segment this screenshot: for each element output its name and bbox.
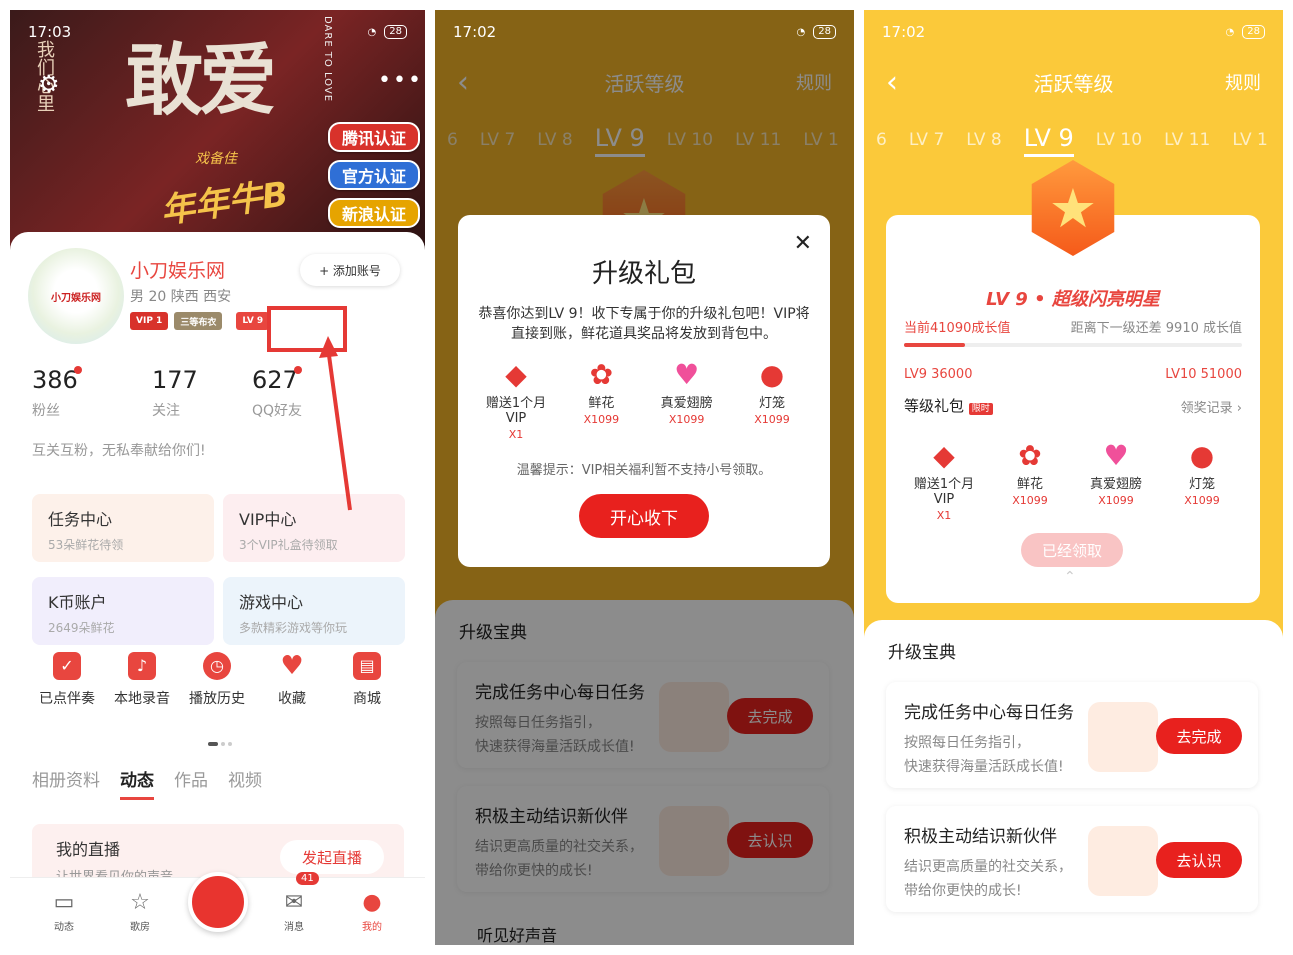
winged-heart-icon: ♥: [1103, 439, 1129, 472]
level-tab[interactable]: 6: [876, 130, 887, 150]
progress-bar: [904, 343, 1242, 347]
guide-title: 升级宝典: [888, 643, 956, 663]
gift-pack-title: 等级礼包: [904, 397, 965, 415]
gift-qty: X1: [508, 428, 524, 441]
gift-name: 灯笼: [758, 396, 785, 411]
close-icon[interactable]: ✕: [794, 231, 812, 256]
flower-icon: ✿: [589, 358, 614, 391]
limited-tag: 限时: [968, 403, 993, 415]
gift-item: ✿ 鲜花 X1099: [561, 358, 641, 441]
battery-icon: 28: [384, 25, 407, 39]
status-time: 17:02: [453, 23, 497, 41]
task-card: 完成任务中心每日任务 按照每日任务指引， 快速获得海量活跃成长值! 去完成: [886, 682, 1258, 788]
gift-list: ◆ 赠送1个月VIP X1 ✿ 鲜花 X1099 ♥ 真爱翅膀 X1099 ● 灯笼 X1099: [904, 439, 1242, 522]
battery-icon: 28: [1242, 25, 1265, 39]
guide-sheet: 升级宝典 完成任务中心每日任务 按照每日任务指引， 快速获得海量活跃成长值! 去完成 …: [864, 620, 1283, 945]
gift-qty: X1099: [754, 413, 790, 426]
vip-gem-icon: ◆: [505, 358, 527, 391]
level-tabs: 6 LV 7 LV 8 LV 9 LV 10 LV 11 LV 1: [864, 120, 1283, 160]
gift-list: ◆ 赠送1个月VIP X1 ✿ 鲜花 X1099 ♥ 真爱翅膀 X1099 ● 灯笼 X1099: [476, 358, 812, 441]
calendar-icon: [1088, 702, 1158, 772]
progress-fill: [904, 343, 965, 347]
go-complete-button[interactable]: 去完成: [1156, 718, 1242, 754]
accept-button[interactable]: 开心收下: [579, 494, 709, 538]
modal-title: 升级礼包: [591, 259, 696, 289]
modal-tip: 温馨提示：VIP相关福利暂不支持小号领取。: [516, 463, 772, 478]
level-tab-active[interactable]: LV 9: [1023, 124, 1074, 157]
flower-icon: ✿: [1018, 439, 1042, 472]
gift-item: ● 灯笼 X1099: [732, 358, 812, 441]
winged-heart-icon: ♥: [674, 358, 700, 391]
status-bar: 17:02 ◔ 28: [864, 10, 1283, 54]
gift-item: ✿ 鲜花 X1099: [990, 439, 1070, 522]
gift-item: ♥ 真爱翅膀 X1099: [647, 358, 727, 441]
rules-link[interactable]: 规则: [1225, 69, 1261, 95]
annotation-arrow: [319, 336, 352, 511]
task-card: 积极主动结识新伙伴 结识更高质量的社交关系， 带给你更快的成长! 去认识: [886, 806, 1258, 912]
people-icon: [1088, 826, 1158, 896]
gift-item: ◆ 赠送1个月VIP X1: [904, 439, 984, 522]
level-tab[interactable]: LV 7: [909, 130, 944, 150]
battery-icon: 28: [813, 25, 836, 39]
gift-item: ● 灯笼 X1099: [1162, 439, 1242, 522]
gift-qty: X1: [936, 509, 952, 522]
wifi-icon: ◔: [367, 26, 377, 38]
gift-name: 鲜花: [1016, 477, 1043, 492]
wifi-icon: ◔: [1225, 26, 1235, 38]
gift-name: 赠送1个月VIP: [485, 396, 547, 426]
wifi-icon: ◔: [796, 26, 806, 38]
gift-item: ◆ 赠送1个月VIP X1: [476, 358, 556, 441]
progress-labels: 当前41090成长值 距离下一级还差 9910 成长值: [904, 317, 1242, 336]
gift-qty: X1099: [583, 413, 620, 426]
level-tab[interactable]: LV 11: [1164, 130, 1210, 150]
vip-gem-icon: ◆: [933, 439, 955, 472]
level-title: LV 9 • 超级闪亮明星: [986, 289, 1160, 310]
go-meet-button[interactable]: 去认识: [1156, 842, 1242, 878]
gift-qty: X1099: [1184, 494, 1220, 507]
status-bar: 17:02 ◔ 28: [435, 10, 854, 54]
claimed-button[interactable]: 已经领取: [1021, 533, 1123, 567]
status-bar: 17:03 ◔ 28: [10, 10, 425, 54]
page-title: 活跃等级: [1033, 71, 1114, 96]
level-tab[interactable]: LV 10: [1096, 130, 1142, 150]
profile-screen: 我们心里 敢爱 DARE TO LOVE 戏备佳 年年牛B ⚙ ••• 腾讯认证…: [10, 10, 425, 945]
gift-pack-label: 等级礼包 限时: [904, 395, 993, 416]
back-icon[interactable]: ‹: [886, 65, 898, 100]
gift-name: 鲜花: [588, 396, 615, 411]
level-card: LV 9 • 超级闪亮明星 当前41090成长值 距离下一级还差 9910 成长值…: [886, 215, 1260, 603]
reward-history-link[interactable]: 领奖记录 ›: [1181, 397, 1242, 416]
gift-qty: X1099: [668, 413, 705, 426]
next-growth: 距离下一级还差 9910 成长值: [1070, 321, 1242, 336]
status-time: 17:03: [28, 23, 72, 41]
gift-qty: X1099: [1098, 494, 1134, 507]
level-tab[interactable]: LV 8: [966, 130, 1001, 150]
gift-name: 赠送1个月VIP: [913, 477, 975, 507]
gift-name: 真爱翅膀: [1089, 477, 1142, 492]
level-start: LV9 36000: [904, 367, 973, 382]
modal-body: 恭喜你达到LV 9！收下专属于你的升级礼包吧！VIP将直接到账，鲜花道具奖品将发…: [478, 306, 810, 342]
gift-qty: X1099: [1012, 494, 1048, 507]
level-tab[interactable]: LV 1: [1232, 130, 1267, 150]
task-desc-line: 快速获得海量活跃成长值!: [904, 759, 1064, 775]
gift-item: ♥ 真爱翅膀 X1099: [1076, 439, 1156, 522]
level-screen-modal: 17:02 ◔ 28 ‹ 活跃等级 规则 6 LV 7 LV 8 LV 9 LV 10 LV 11…: [435, 10, 854, 945]
gift-name: 灯笼: [1188, 477, 1215, 492]
status-time: 17:02: [882, 23, 926, 41]
chevron-up-icon[interactable]: ⌃: [1064, 569, 1076, 585]
lantern-icon: ●: [1189, 439, 1215, 472]
level-screen: 17:02 ◔ 28 ‹ 活跃等级 规则 6 LV 7 LV 8 LV 9 LV 10 LV 11…: [864, 10, 1283, 945]
header: ‹ 活跃等级 规则: [864, 54, 1283, 110]
gift-name: 真爱翅膀: [660, 396, 713, 411]
task-desc-line: 带给你更快的成长!: [904, 883, 1022, 899]
upgrade-gift-modal: ✕ 升级礼包 恭喜你达到LV 9！收下专属于你的升级礼包吧！VIP将直接到账，鲜…: [458, 215, 830, 567]
current-growth: 当前41090成长值: [904, 321, 1011, 336]
level-end: LV10 51000: [1165, 367, 1242, 382]
lantern-icon: ●: [759, 358, 785, 391]
